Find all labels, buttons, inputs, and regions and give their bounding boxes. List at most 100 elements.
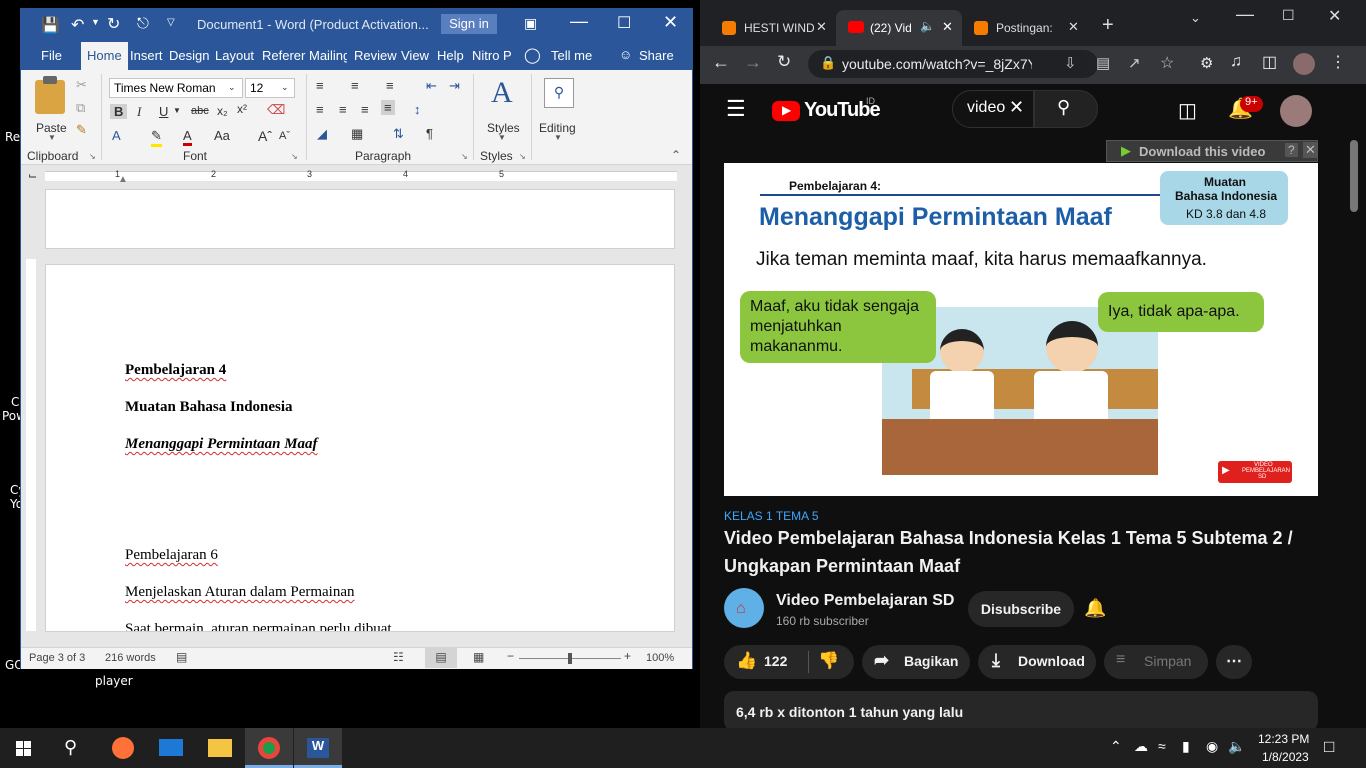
maximize-icon[interactable]: ☐ bbox=[1282, 7, 1295, 24]
undo-icon[interactable]: ↶ bbox=[71, 15, 84, 35]
sign-in-button[interactable]: Sign in bbox=[441, 14, 497, 34]
grow-font-icon[interactable]: Aˆ bbox=[258, 128, 272, 144]
notification-center-icon[interactable]: □ bbox=[1324, 737, 1334, 757]
justify-icon[interactable]: ≡ bbox=[381, 100, 395, 115]
tell-me-search[interactable]: Tell me bbox=[551, 48, 592, 63]
strikethrough-icon[interactable]: abc bbox=[191, 105, 209, 117]
shrink-font-icon[interactable]: Aˇ bbox=[279, 130, 290, 142]
thumbs-up-icon[interactable]: 👍 bbox=[736, 651, 757, 671]
tab-layout[interactable]: Layout bbox=[215, 48, 254, 63]
proofing-icon[interactable]: ▤ bbox=[176, 650, 187, 664]
browser-tab[interactable]: Postingan: B ✕ bbox=[964, 10, 1086, 46]
search-icon[interactable]: ⚲ bbox=[544, 78, 574, 108]
tab-review[interactable]: Review bbox=[354, 48, 397, 63]
browser-tab-active[interactable]: (22) Vid 🔈 ✕ bbox=[836, 10, 962, 46]
video-player[interactable]: Pembelajaran 4: Muatan Bahasa Indonesia … bbox=[724, 163, 1318, 496]
onedrive-icon[interactable]: ☁ bbox=[1134, 738, 1148, 755]
more-actions-button[interactable]: ⋯ bbox=[1216, 645, 1252, 679]
menu-icon[interactable]: ⋮ bbox=[1330, 52, 1346, 72]
paste-icon[interactable] bbox=[35, 80, 65, 114]
zoom-out-icon[interactable]: − bbox=[507, 649, 514, 663]
clock-time[interactable]: 12:23 PM bbox=[1258, 732, 1309, 746]
undo-dropdown-icon[interactable]: ▼ bbox=[91, 17, 100, 27]
dialog-launcher-icon[interactable]: ↘ bbox=[461, 152, 468, 161]
zoom-in-icon[interactable]: + bbox=[624, 649, 631, 663]
bold-icon[interactable]: B bbox=[110, 104, 128, 119]
ribbon-display-icon[interactable]: ▣ bbox=[524, 15, 537, 32]
close-icon[interactable]: ✕ bbox=[1328, 6, 1341, 26]
scrollbar-thumb[interactable] bbox=[1350, 140, 1358, 212]
numbering-icon[interactable]: ≡ bbox=[351, 78, 359, 93]
chevron-down-icon[interactable]: ⌄ bbox=[281, 82, 289, 93]
change-case-icon[interactable]: Aa bbox=[214, 128, 230, 143]
tab-file[interactable]: File bbox=[41, 48, 62, 63]
wifi-icon[interactable]: ≈ bbox=[1158, 738, 1166, 754]
volume-icon[interactable]: 🔈 bbox=[1228, 738, 1245, 755]
subscript-icon[interactable]: x₂ bbox=[217, 104, 228, 118]
tab-stop-icon[interactable]: ⌙ bbox=[28, 169, 37, 182]
subscribe-button[interactable]: Disubscribe bbox=[968, 591, 1074, 627]
tab-search-icon[interactable]: ⌄ bbox=[1190, 10, 1201, 26]
close-icon[interactable]: ✕ bbox=[1303, 142, 1318, 158]
battery-icon[interactable]: ▮ bbox=[1182, 738, 1190, 755]
maximize-icon[interactable]: ☐ bbox=[617, 13, 631, 33]
chevron-down-icon[interactable]: ▼ bbox=[498, 133, 506, 142]
multilevel-list-icon[interactable]: ≡ bbox=[386, 78, 394, 93]
tab-references[interactable]: Referer bbox=[262, 48, 305, 63]
document-page[interactable]: Pembelajaran 4 Muatan Bahasa Indonesia M… bbox=[45, 264, 675, 632]
tab-help[interactable]: Help bbox=[437, 48, 464, 63]
start-button[interactable] bbox=[0, 728, 48, 768]
download-video-label[interactable]: Download this video bbox=[1139, 144, 1265, 159]
search-button[interactable]: ⚲ bbox=[1034, 90, 1098, 128]
increase-indent-icon[interactable]: ⇥ bbox=[449, 78, 460, 94]
align-left-icon[interactable]: ≡ bbox=[316, 102, 324, 117]
tab-mailings[interactable]: Mailing bbox=[309, 48, 347, 63]
chrome-button[interactable] bbox=[245, 728, 293, 768]
zoom-level[interactable]: 100% bbox=[646, 652, 674, 664]
align-center-icon[interactable]: ≡ bbox=[339, 102, 347, 117]
dialog-launcher-icon[interactable]: ↘ bbox=[291, 152, 298, 161]
text-effects-icon[interactable]: A bbox=[112, 128, 121, 143]
font-name-select[interactable]: Times New Roman bbox=[109, 78, 243, 98]
file-explorer-button[interactable] bbox=[196, 728, 244, 768]
bookmark-star-icon[interactable]: ☆ bbox=[1160, 53, 1174, 73]
format-painter-icon[interactable]: ✎ bbox=[76, 122, 87, 138]
word-button[interactable]: W bbox=[294, 728, 342, 768]
save-icon[interactable]: 💾 bbox=[41, 16, 60, 34]
dialog-launcher-icon[interactable]: ↘ bbox=[519, 152, 526, 161]
extensions-icon[interactable]: ⚙ bbox=[1200, 54, 1213, 72]
download-video-bar[interactable]: ▶ Download this video ? ✕ bbox=[1106, 140, 1318, 162]
create-video-icon[interactable]: ◫ bbox=[1178, 98, 1197, 123]
shading-icon[interactable]: ◢ bbox=[317, 126, 327, 142]
clear-search-icon[interactable]: ✕ bbox=[1009, 97, 1024, 118]
video-category-link[interactable]: KELAS 1 TEMA 5 bbox=[724, 509, 819, 523]
firefox-button[interactable] bbox=[98, 728, 146, 768]
download-button[interactable]: ⤓ Download bbox=[978, 645, 1096, 679]
redo-icon[interactable]: ↻ bbox=[107, 14, 120, 34]
translate-icon[interactable]: ▤ bbox=[1096, 54, 1110, 72]
reload-icon[interactable]: ↻ bbox=[777, 52, 791, 72]
close-icon[interactable]: ✕ bbox=[1068, 19, 1079, 35]
chevron-down-icon[interactable]: ▼ bbox=[173, 106, 181, 115]
share-icon[interactable]: ↗ bbox=[1128, 54, 1141, 72]
zoom-slider-thumb[interactable] bbox=[568, 653, 572, 664]
search-button[interactable]: ⚲ bbox=[48, 728, 96, 768]
tab-nitro[interactable]: Nitro P bbox=[472, 48, 512, 63]
read-mode-icon[interactable]: ☷ bbox=[393, 650, 404, 664]
save-button[interactable]: ≡ Simpan bbox=[1104, 645, 1208, 679]
tab-home[interactable]: Home bbox=[81, 42, 128, 70]
indent-marker-icon[interactable]: ▲ bbox=[118, 174, 128, 185]
tab-view[interactable]: View bbox=[401, 48, 429, 63]
styles-icon[interactable]: A bbox=[491, 76, 513, 110]
paste-dropdown-icon[interactable]: ▼ bbox=[48, 133, 56, 142]
tab-insert[interactable]: Insert bbox=[130, 48, 163, 63]
align-right-icon[interactable]: ≡ bbox=[361, 102, 369, 117]
italic-icon[interactable]: I bbox=[137, 104, 141, 120]
tab-design[interactable]: Design bbox=[169, 48, 209, 63]
hidden-icons-icon[interactable]: ⌃ bbox=[1110, 738, 1122, 755]
print-layout-icon[interactable]: ▤ bbox=[425, 648, 457, 668]
clock-date[interactable]: 1/8/2023 bbox=[1262, 750, 1309, 764]
webcam-icon[interactable]: ◉ bbox=[1206, 738, 1218, 755]
url-text[interactable]: youtube.com/watch?v=_8jZx7Ya... bbox=[842, 56, 1032, 72]
cut-icon[interactable]: ✂ bbox=[76, 77, 87, 93]
